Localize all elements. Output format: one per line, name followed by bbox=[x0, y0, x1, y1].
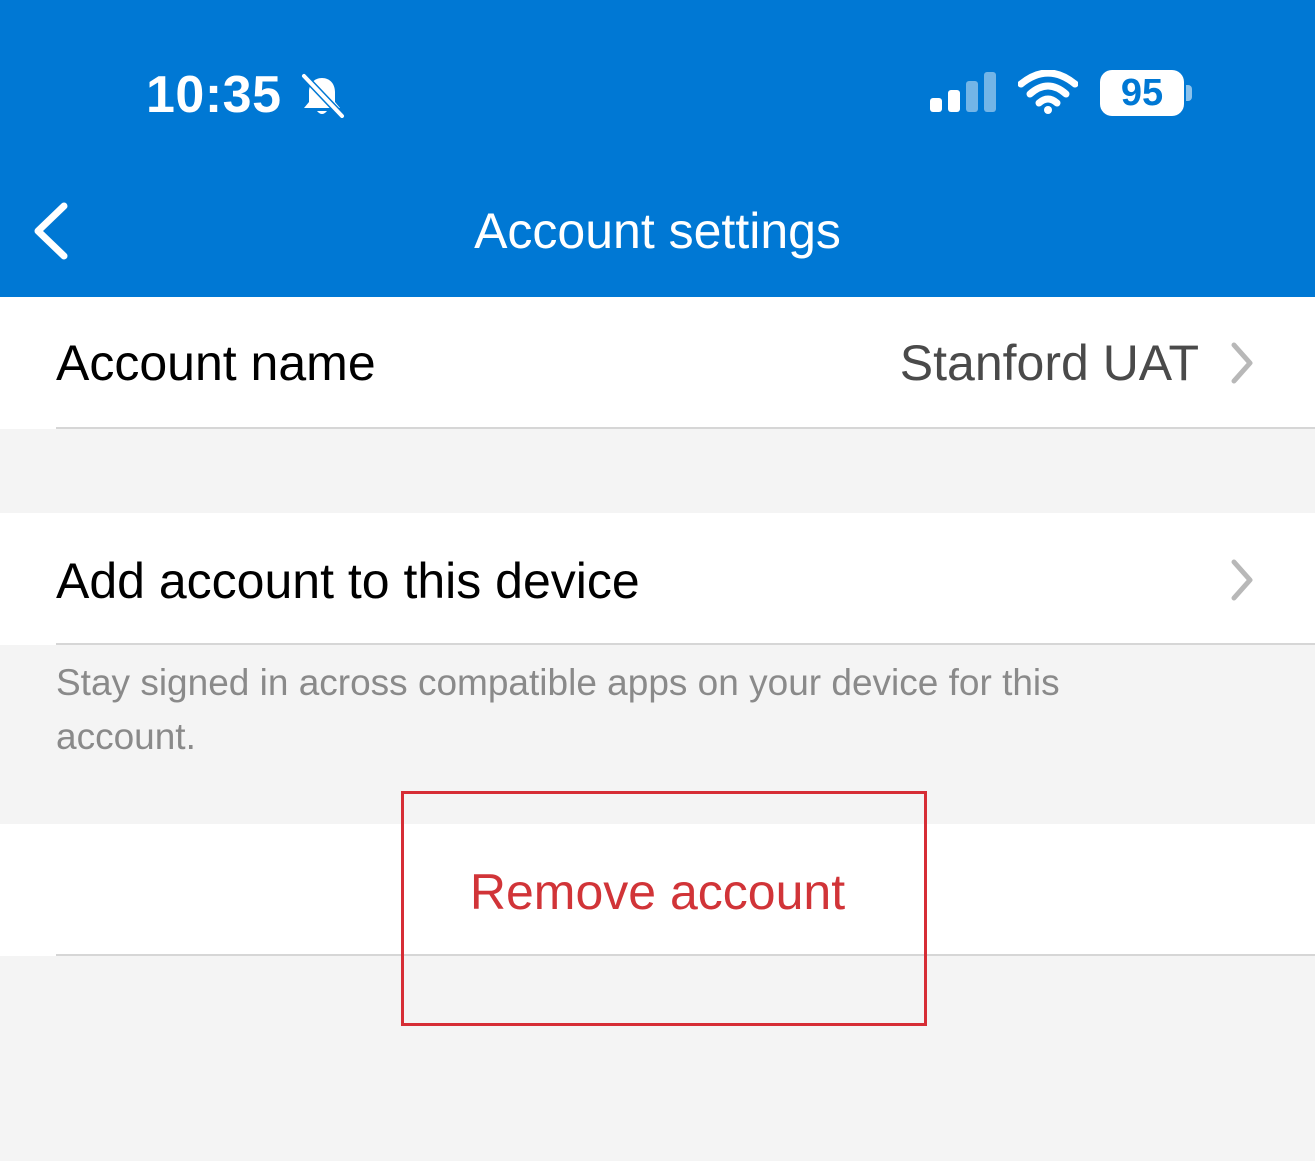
status-time: 10:35 bbox=[146, 66, 282, 124]
app-header: 10:35 95 Account settings bbox=[0, 0, 1315, 297]
page-title: Account settings bbox=[474, 203, 841, 259]
chevron-right-icon bbox=[1231, 342, 1253, 384]
bell-slash-icon bbox=[300, 72, 346, 118]
cellular-signal-icon bbox=[930, 72, 996, 112]
remove-account-row[interactable]: Remove account bbox=[0, 824, 1315, 956]
remove-account-button[interactable]: Remove account bbox=[0, 862, 1315, 922]
row-divider bbox=[56, 954, 1315, 956]
chevron-right-icon bbox=[1231, 559, 1253, 601]
add-account-description: Stay signed in across compatible apps on… bbox=[56, 662, 1060, 757]
row-divider bbox=[56, 643, 1315, 645]
row-divider bbox=[56, 427, 1315, 429]
add-account-label: Add account to this device bbox=[56, 553, 640, 609]
account-name-value: Stanford UAT bbox=[899, 335, 1199, 391]
wifi-icon bbox=[1018, 70, 1078, 114]
add-account-row[interactable]: Add account to this device bbox=[0, 513, 1315, 645]
battery-tip bbox=[1186, 85, 1192, 101]
account-name-row[interactable]: Account name Stanford UAT bbox=[0, 297, 1315, 429]
account-name-label: Account name bbox=[56, 335, 376, 391]
battery-indicator: 95 bbox=[1100, 70, 1184, 116]
